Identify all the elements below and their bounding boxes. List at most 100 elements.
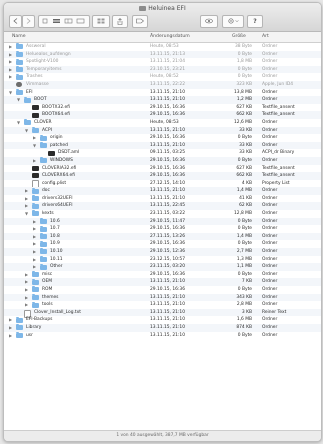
- file-row[interactable]: ▶ doc 13.11.15, 21:10 1,4 MB Ordner: [4, 187, 321, 195]
- file-row[interactable]: BOOTX64.efi 29.10.15, 16:36 662 KB Textfile…: [4, 111, 321, 119]
- disclosure-collapsed-icon[interactable]: ▶: [32, 256, 37, 264]
- file-row[interactable]: Clover_Install_Log.txt 13.11.15, 21:10 3 K…: [4, 308, 321, 318]
- file-row[interactable]: ▼ EFI 13.11.15, 21:10 13,8 MB Ordner: [4, 88, 321, 97]
- disclosure-collapsed-icon[interactable]: ▶: [32, 218, 37, 226]
- disclosure-collapsed-icon[interactable]: ▶: [24, 301, 29, 309]
- file-row[interactable]: ▶ Library 13.11.15, 21:10 874 KB Ordner: [4, 323, 321, 332]
- file-row[interactable]: Vimmasse 13.11.15, 22:22 323 KB Apple, Jun …: [4, 80, 321, 89]
- file-row[interactable]: ▶ misc 29.10.15, 16:36 0 Byte Ordner: [4, 271, 321, 279]
- help-button[interactable]: ?: [247, 15, 263, 28]
- disclosure-collapsed-icon[interactable]: ▶: [24, 187, 29, 195]
- file-kind: Ordner: [262, 332, 278, 338]
- file-row[interactable]: ▼ BOOT 13.11.15, 21:10 1,2 MB Ordner: [4, 96, 321, 104]
- file-row[interactable]: ▼ CLOVER Heute, 08:53 12,6 MB Ordner: [4, 119, 321, 127]
- file-row[interactable]: ▶ drivers32UEFI 13.11.15, 21:10 41 KB Ordner: [4, 195, 321, 203]
- forward-button[interactable]: [22, 15, 35, 28]
- column-date[interactable]: Änderungsdatum: [150, 32, 190, 42]
- disclosure-collapsed-icon[interactable]: ▶: [8, 316, 13, 324]
- file-row[interactable]: ▶ WINDOWS 29.10.15, 16:36 0 Byte Ordner: [4, 156, 321, 165]
- view-mode-segmented-control[interactable]: [38, 15, 90, 28]
- file-row[interactable]: DSDT.aml 09.11.15, 03:25 33 KB ACPI_dr Bina…: [4, 149, 321, 157]
- file-row[interactable]: ▶ 10.11 23.12.15, 10:57 1,3 MB Ordner: [4, 256, 321, 264]
- file-row[interactable]: ▼ patched 13.11.15, 21:10 33 KB Ordner: [4, 141, 321, 150]
- disclosure-collapsed-icon[interactable]: ▶: [24, 294, 29, 302]
- file-date: Heute, 08:52: [150, 74, 179, 80]
- file-row[interactable]: ▶ OEM 13.11.15, 21:10 7 KB Ordner: [4, 278, 321, 286]
- column-kind[interactable]: Art: [262, 32, 269, 42]
- file-kind: Ordner: [262, 66, 278, 72]
- file-kind: Ordner: [262, 264, 278, 270]
- disclosure-collapsed-icon[interactable]: ▶: [32, 225, 37, 233]
- file-row[interactable]: ▼ kexts 23.11.15, 03:22 12,8 MB Ordner: [4, 210, 321, 218]
- action-menu-button[interactable]: [222, 15, 244, 28]
- file-row[interactable]: ▶ drivers64UEFI 13.11.15, 22:45 62 KB Ordner: [4, 202, 321, 211]
- file-row[interactable]: ▶ usr 13.11.15, 21:10 0 Byte Ordner: [4, 331, 321, 340]
- file-row[interactable]: ▶ origin 29.10.15, 16:36 0 Byte Ordner: [4, 134, 321, 142]
- file-row[interactable]: ▶ tools 13.11.15, 21:10 2,8 MB Ordner: [4, 301, 321, 309]
- file-row[interactable]: ▶ Other 23.11.15, 03:20 1,1 MB Ordner: [4, 263, 321, 271]
- file-row[interactable]: ▶ 10.9 29.10.15, 16:36 0 Byte Ordner: [4, 240, 321, 248]
- disclosure-collapsed-icon[interactable]: ▶: [8, 58, 13, 66]
- disclosure-collapsed-icon[interactable]: ▶: [8, 332, 13, 340]
- file-row[interactable]: ▶ Spotlight-V100 13.11.15, 21:04 1,8 MB Ordn…: [4, 58, 321, 66]
- file-name: tools: [42, 302, 53, 308]
- file-size: 33 KB: [239, 142, 252, 148]
- arrange-button[interactable]: [92, 15, 110, 28]
- file-row[interactable]: ▶ Heluealos_aufdengn 13.11.15, 21:13 0 Byte…: [4, 50, 321, 59]
- file-date: 29.10.15, 16:36: [150, 165, 185, 171]
- file-name: ACPI: [42, 127, 52, 133]
- file-row[interactable]: config.plist 27.12.15, 14:10 4 KB Property …: [4, 180, 321, 189]
- file-date: 23.10.15, 23:21: [150, 66, 185, 72]
- disclosure-collapsed-icon[interactable]: ▶: [8, 43, 13, 51]
- disclosure-collapsed-icon[interactable]: ▶: [32, 240, 37, 248]
- file-row[interactable]: ▶ 10.7 29.10.15, 16:36 0 Byte Ordner: [4, 225, 321, 233]
- disclosure-expanded-icon[interactable]: ▼: [32, 142, 37, 150]
- file-size: 0 Byte: [237, 218, 252, 224]
- file-row[interactable]: ▶ 10.6 29.10.15, 11:47 0 Byte Ordner: [4, 217, 321, 226]
- file-size: 4 KB: [241, 180, 252, 186]
- disclosure-expanded-icon[interactable]: ▼: [24, 127, 29, 135]
- disclosure-expanded-icon[interactable]: ▼: [8, 89, 13, 97]
- file-row[interactable]: ▶ EFI-Backups 13.11.15, 21:10 1,6 MB Ordner: [4, 316, 321, 324]
- file-row[interactable]: ▶ 10.10 29.10.15, 12:36 2,7 MB Ordner: [4, 248, 321, 256]
- back-button[interactable]: [9, 15, 22, 28]
- file-row[interactable]: CLOVERIA32.efi 29.10.15, 16:36 627 KB Textf…: [4, 165, 321, 173]
- disclosure-collapsed-icon[interactable]: ▶: [8, 51, 13, 59]
- share-button[interactable]: [112, 15, 128, 28]
- file-row[interactable]: ▶ ROM 29.10.15, 16:36 0 Byte Ordner: [4, 286, 321, 294]
- folder-icon: [16, 316, 23, 323]
- column-size[interactable]: Größe: [232, 32, 246, 42]
- file-row[interactable]: ▶ 10.8 27.11.15, 13:26 1,4 MB Ordner: [4, 232, 321, 241]
- tags-button[interactable]: [132, 15, 148, 28]
- file-row[interactable]: CLOVERX64.efi 29.10.15, 16:36 662 KB Textfi…: [4, 172, 321, 180]
- disclosure-collapsed-icon[interactable]: ▶: [8, 324, 13, 332]
- disclosure-expanded-icon[interactable]: ▼: [16, 119, 21, 127]
- column-name[interactable]: Name: [12, 32, 26, 42]
- grid-icon: [97, 18, 105, 24]
- disclosure-collapsed-icon[interactable]: ▶: [32, 134, 37, 142]
- disclosure-collapsed-icon[interactable]: ▶: [32, 263, 37, 271]
- file-row[interactable]: ▶ Temporaryitems 23.10.15, 23:21 0 Byte Ordn…: [4, 65, 321, 74]
- file-name: usr: [26, 332, 33, 338]
- disclosure-collapsed-icon[interactable]: ▶: [24, 286, 29, 294]
- disclosure-collapsed-icon[interactable]: ▶: [32, 233, 37, 241]
- file-kind: Textfile_ansent: [262, 104, 295, 110]
- file-row[interactable]: ▼ ACPI 13.11.15, 21:10 33 KB Ordner: [4, 126, 321, 135]
- file-row[interactable]: ▶ Assweral Heute, 08:53 38 Byte Ordner: [4, 43, 321, 51]
- quick-look-button[interactable]: [200, 15, 218, 28]
- drive-icon: [139, 6, 147, 11]
- file-row[interactable]: ▶ themes 13.11.15, 21:10 343 KB Ordner: [4, 293, 321, 302]
- disclosure-collapsed-icon[interactable]: ▶: [24, 195, 29, 203]
- disclosure-collapsed-icon[interactable]: ▶: [8, 66, 13, 74]
- file-row[interactable]: ▶ Trashes Heute, 08:52 0 Byte Ordner: [4, 73, 321, 81]
- disclosure-collapsed-icon[interactable]: ▶: [24, 271, 29, 279]
- disclosure-collapsed-icon[interactable]: ▶: [24, 278, 29, 286]
- disclosure-collapsed-icon[interactable]: ▶: [24, 202, 29, 210]
- disclosure-expanded-icon[interactable]: ▼: [16, 96, 21, 104]
- disclosure-collapsed-icon[interactable]: ▶: [8, 73, 13, 81]
- disclosure-collapsed-icon[interactable]: ▶: [32, 248, 37, 256]
- file-row[interactable]: BOOTX32.efi 29.10.15, 16:36 627 KB Textfile…: [4, 104, 321, 112]
- disclosure-collapsed-icon[interactable]: ▶: [32, 157, 37, 165]
- disclosure-expanded-icon[interactable]: ▼: [24, 210, 29, 218]
- file-size: 627 KB: [236, 104, 252, 110]
